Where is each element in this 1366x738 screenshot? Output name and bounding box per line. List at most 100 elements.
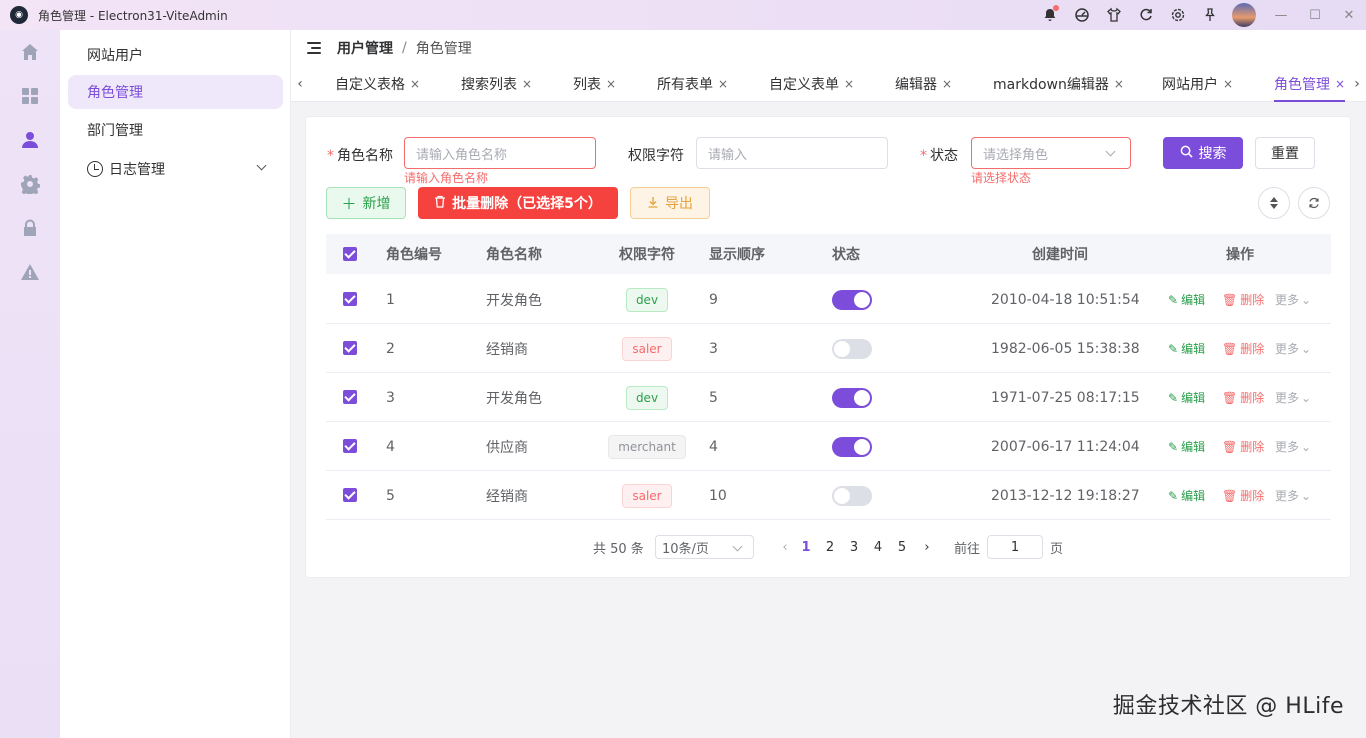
delete-link[interactable]: 🗑 删除 <box>1222 275 1264 324</box>
tab-label: 网站用户 <box>1162 77 1218 93</box>
close-icon[interactable]: × <box>606 77 616 91</box>
goto-page-input[interactable]: 1 <box>987 535 1043 559</box>
chevron-down-icon <box>732 541 743 552</box>
close-icon[interactable]: × <box>1114 77 1124 91</box>
more-dropdown[interactable]: 更多 ⌄ <box>1275 422 1311 471</box>
chevron-down-icon: ⌄ <box>1301 341 1312 356</box>
table-row: 5 经销商 saler 10 2013-12-12 19:18:27 ✎ 编辑 🗑 删除 更多 ⌄ <box>326 471 1331 520</box>
delete-link[interactable]: 🗑 删除 <box>1222 422 1264 471</box>
bell-icon[interactable] <box>1034 0 1066 30</box>
column-sort-icon[interactable] <box>1258 187 1290 219</box>
page-number[interactable]: 3 <box>842 535 866 559</box>
batch-delete-button[interactable]: 批量删除（已选择5个） <box>418 187 618 219</box>
sidebar-menu: 网站用户 角色管理 部门管理 日志管理 <box>60 30 291 738</box>
tab-list[interactable]: 列表 × <box>573 66 616 102</box>
edit-link[interactable]: ✎ 编辑 <box>1168 275 1205 324</box>
tab-site-users[interactable]: 网站用户 × <box>1162 66 1233 102</box>
logo-icon: ◉ <box>10 6 28 24</box>
cell-order: 3 <box>709 340 718 357</box>
settings-icon[interactable] <box>1162 0 1194 30</box>
chevron-down-icon: ⌄ <box>1301 488 1312 503</box>
edit-link[interactable]: ✎ 编辑 <box>1168 324 1205 373</box>
shirt-icon[interactable] <box>1098 0 1130 30</box>
close-icon[interactable]: × <box>844 77 854 91</box>
more-dropdown[interactable]: 更多 ⌄ <box>1275 471 1311 520</box>
download-icon <box>647 194 659 212</box>
dashboard-icon[interactable] <box>1066 0 1098 30</box>
add-button[interactable]: ＋新增 <box>326 187 406 219</box>
status-toggle[interactable] <box>832 485 872 506</box>
sidebar-item-log-management[interactable]: 日志管理 <box>68 152 283 186</box>
lock-icon[interactable] <box>0 206 60 250</box>
tab-role-management[interactable]: 角色管理 × <box>1274 66 1346 102</box>
close-icon[interactable]: × <box>942 77 952 91</box>
refresh-icon[interactable] <box>1130 0 1162 30</box>
tab-custom-form[interactable]: 自定义表单 × <box>769 66 854 102</box>
delete-link[interactable]: 🗑 删除 <box>1222 471 1264 520</box>
chevron-down-icon: ⌄ <box>1301 390 1312 405</box>
menu-toggle-icon[interactable] <box>307 42 321 54</box>
close-icon[interactable]: × <box>1223 77 1233 91</box>
tab-editor[interactable]: 编辑器 × <box>895 66 952 102</box>
page-number[interactable]: 4 <box>866 535 890 559</box>
delete-link[interactable]: 🗑 删除 <box>1222 373 1264 422</box>
status-select[interactable]: 请选择角色 <box>971 137 1131 169</box>
cell-status <box>832 324 872 373</box>
minimize-icon[interactable]: — <box>1264 0 1298 30</box>
close-icon[interactable]: × <box>410 77 420 91</box>
status-label: * 状态 <box>920 148 958 164</box>
sidebar-item-role-management[interactable]: 角色管理 <box>68 75 283 109</box>
tab-scroll-left-icon[interactable]: ‹ <box>291 66 309 102</box>
sidebar-item-department-management[interactable]: 部门管理 <box>68 113 283 147</box>
status-toggle[interactable] <box>832 387 872 408</box>
edit-link[interactable]: ✎ 编辑 <box>1168 422 1205 471</box>
tab-markdown-editor[interactable]: markdown编辑器 × <box>993 66 1124 102</box>
user-icon[interactable] <box>0 118 60 162</box>
maximize-icon[interactable]: ☐ <box>1298 0 1332 30</box>
pin-icon[interactable] <box>1194 0 1226 30</box>
tab-custom-table[interactable]: 自定义表格 × <box>335 66 420 102</box>
page-size-select[interactable]: 10条/页 <box>655 535 754 559</box>
tab-scroll-right-icon[interactable]: › <box>1348 66 1366 102</box>
breadcrumb-parent[interactable]: 用户管理 <box>337 38 393 58</box>
close-icon[interactable]: × <box>522 77 532 91</box>
reset-button[interactable]: 重置 <box>1255 137 1315 169</box>
sidebar-item-label: 部门管理 <box>87 123 143 139</box>
cell-order: 9 <box>709 291 718 308</box>
permission-tag: dev <box>625 385 669 410</box>
permission-input[interactable]: 请输入 <box>696 137 888 169</box>
more-dropdown[interactable]: 更多 ⌄ <box>1275 373 1311 422</box>
close-icon[interactable]: ✕ <box>1332 0 1366 30</box>
tab-all-forms[interactable]: 所有表单 × <box>657 66 728 102</box>
delete-link[interactable]: 🗑 删除 <box>1222 324 1264 373</box>
trash-icon <box>434 194 446 212</box>
status-toggle[interactable] <box>832 436 872 457</box>
avatar[interactable] <box>1232 3 1256 27</box>
column-header: 角色名称 <box>486 247 542 263</box>
status-toggle[interactable] <box>832 289 872 310</box>
close-icon[interactable]: × <box>1335 77 1345 91</box>
tab-search-list[interactable]: 搜索列表 × <box>461 66 532 102</box>
page-number[interactable]: 1 <box>794 535 818 559</box>
sidebar-item-site-users[interactable]: 网站用户 <box>68 38 283 72</box>
page-number[interactable]: 2 <box>818 535 842 559</box>
edit-link[interactable]: ✎ 编辑 <box>1168 373 1205 422</box>
status-toggle[interactable] <box>832 338 872 359</box>
home-icon[interactable] <box>0 30 60 74</box>
gear-icon[interactable] <box>0 162 60 206</box>
more-dropdown[interactable]: 更多 ⌄ <box>1275 275 1311 324</box>
cell-created-time: 2010-04-18 10:51:54 <box>991 291 1140 308</box>
more-dropdown[interactable]: 更多 ⌄ <box>1275 324 1311 373</box>
next-page-icon[interactable]: › <box>915 535 939 559</box>
search-button[interactable]: 搜索 <box>1163 137 1243 169</box>
edit-link[interactable]: ✎ 编辑 <box>1168 471 1205 520</box>
warning-icon[interactable] <box>0 250 60 294</box>
select-all-checkbox[interactable] <box>343 247 357 261</box>
close-icon[interactable]: × <box>718 77 728 91</box>
export-button[interactable]: 导出 <box>630 187 710 219</box>
page-number[interactable]: 5 <box>890 535 914 559</box>
refresh-icon[interactable] <box>1298 187 1330 219</box>
column-header: 状态 <box>832 247 860 263</box>
grid-icon[interactable] <box>0 74 60 118</box>
role-name-input[interactable]: 请输入角色名称 <box>404 137 596 169</box>
